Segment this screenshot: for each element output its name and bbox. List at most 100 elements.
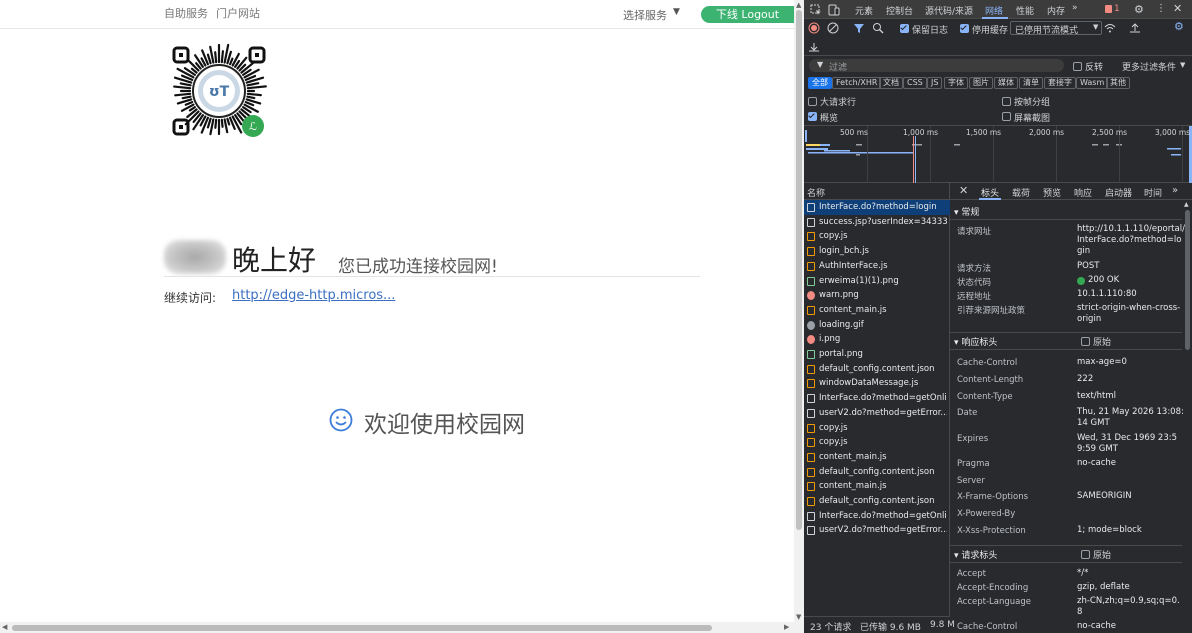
type-filter-2[interactable]: 文档 bbox=[879, 77, 903, 89]
group-by-frame-checkbox[interactable] bbox=[1002, 97, 1011, 106]
request-row[interactable]: InterFace.do?method=getOnli... bbox=[804, 391, 950, 406]
request-row[interactable]: content_main.js bbox=[804, 479, 950, 494]
request-row[interactable]: copy.js bbox=[804, 421, 950, 436]
preserve-log-checkbox[interactable] bbox=[900, 23, 909, 33]
inspect-icon[interactable] bbox=[810, 4, 822, 16]
request-row[interactable]: login_bch.js bbox=[804, 244, 950, 259]
type-filter-11[interactable]: 其他 bbox=[1106, 77, 1130, 89]
nav-self-service[interactable]: 自助服务 bbox=[164, 5, 208, 21]
disable-cache-checkbox[interactable] bbox=[960, 23, 969, 33]
import-har-icon[interactable] bbox=[1129, 22, 1141, 34]
select-service[interactable]: 选择服务 bbox=[623, 7, 667, 23]
big-rows-checkbox[interactable] bbox=[808, 97, 817, 106]
device-toggle-icon[interactable] bbox=[828, 4, 840, 16]
scroll-left-icon[interactable]: ◀ bbox=[2, 623, 7, 631]
throttle-select[interactable]: 已停用节流模式 ▼ bbox=[1010, 21, 1102, 36]
clear-icon[interactable] bbox=[827, 22, 839, 34]
raw-request-checkbox[interactable] bbox=[1081, 550, 1090, 559]
chevron-down-icon[interactable]: ▼ bbox=[673, 7, 680, 17]
type-filter-6[interactable]: 图片 bbox=[969, 77, 993, 89]
vertical-scrollbar[interactable]: ▲ ▼ bbox=[794, 0, 804, 633]
gear-icon[interactable]: ⚙ bbox=[1134, 3, 1144, 16]
screenshots-checkbox[interactable] bbox=[1002, 112, 1011, 121]
tab-performance[interactable]: 性能 bbox=[1016, 4, 1034, 17]
scroll-up-icon[interactable]: ▲ bbox=[1184, 201, 1189, 208]
request-row[interactable]: content_main.js bbox=[804, 450, 950, 465]
more-filters-dropdown[interactable]: 更多过滤条件 bbox=[1122, 60, 1176, 73]
scroll-thumb[interactable] bbox=[12, 625, 712, 631]
issues-count[interactable]: 1 bbox=[1114, 4, 1120, 14]
request-list-header[interactable]: 名称 bbox=[804, 183, 950, 200]
request-row[interactable]: default_config.content.json bbox=[804, 362, 950, 377]
scroll-down-icon[interactable]: ▼ bbox=[796, 613, 801, 621]
more-tabs-icon[interactable]: » bbox=[1172, 185, 1178, 196]
record-icon[interactable] bbox=[808, 22, 820, 34]
detail-tab-5[interactable]: 时间 bbox=[1144, 186, 1162, 199]
type-filter-8[interactable]: 清单 bbox=[1019, 77, 1043, 89]
request-row[interactable]: loading.gif bbox=[804, 318, 950, 333]
invert-checkbox[interactable] bbox=[1073, 62, 1082, 71]
filter-input[interactable]: ▼ 过滤 bbox=[809, 59, 1064, 73]
continue-link[interactable]: http://edge-http.micros... bbox=[232, 288, 395, 303]
request-row[interactable]: warn.png bbox=[804, 288, 950, 303]
type-filter-10[interactable]: Wasm bbox=[1076, 77, 1109, 89]
response-headers-section[interactable]: ▾ 响应标头 bbox=[954, 335, 997, 348]
type-filter-4[interactable]: JS bbox=[927, 77, 943, 89]
request-row[interactable]: AuthInterFace.js bbox=[804, 259, 950, 274]
export-har-icon[interactable] bbox=[808, 41, 820, 53]
detail-tab-4[interactable]: 启动器 bbox=[1105, 186, 1132, 199]
detail-tab-1[interactable]: 载荷 bbox=[1012, 186, 1030, 199]
scroll-right-icon[interactable]: ▶ bbox=[784, 623, 789, 631]
type-filter-0[interactable]: 全部 bbox=[808, 77, 832, 89]
close-icon[interactable]: ✕ bbox=[959, 184, 968, 197]
logout-button[interactable]: 下线 Logout bbox=[701, 6, 794, 23]
horizontal-scrollbar[interactable]: ◀ ▶ bbox=[0, 622, 794, 633]
scroll-up-icon[interactable]: ▲ bbox=[796, 1, 801, 9]
detail-tab-0[interactable]: 标头 bbox=[981, 186, 999, 199]
filter-icon[interactable] bbox=[853, 22, 865, 34]
request-row[interactable]: userV2.do?method=getError... bbox=[804, 406, 950, 421]
request-row[interactable]: content_main.js bbox=[804, 303, 950, 318]
scroll-thumb[interactable] bbox=[796, 10, 802, 530]
search-icon[interactable] bbox=[872, 22, 884, 34]
request-row[interactable]: windowDataMessage.js bbox=[804, 376, 950, 391]
request-row[interactable]: default_config.content.json bbox=[804, 494, 950, 509]
tab-elements[interactable]: 元素 bbox=[855, 4, 873, 17]
type-filter-5[interactable]: 字体 bbox=[944, 77, 968, 89]
network-settings-icon[interactable]: ⚙ bbox=[1174, 20, 1184, 33]
request-row[interactable]: copy.js bbox=[804, 229, 950, 244]
more-options-icon[interactable]: ⋮ bbox=[1156, 3, 1166, 14]
type-filter-7[interactable]: 媒体 bbox=[994, 77, 1018, 89]
tab-network[interactable]: 网络 bbox=[985, 4, 1003, 17]
request-row[interactable]: userV2.do?method=getError... bbox=[804, 523, 950, 538]
type-filter-1[interactable]: Fetch/XHR bbox=[832, 77, 882, 89]
nav-portal[interactable]: 门户网站 bbox=[216, 5, 260, 21]
tab-memory[interactable]: 内存 bbox=[1047, 4, 1065, 17]
close-icon[interactable]: ✕ bbox=[1173, 2, 1182, 15]
general-section-header[interactable]: ▾ 常规 bbox=[954, 205, 979, 218]
detail-scrollbar[interactable]: ▲ bbox=[1182, 200, 1192, 633]
request-row[interactable]: InterFace.do?method=login bbox=[804, 200, 950, 215]
chevron-down-icon[interactable]: ▼ bbox=[1180, 61, 1185, 69]
type-filter-3[interactable]: CSS bbox=[903, 77, 927, 89]
request-headers-section[interactable]: ▾ 请求标头 bbox=[954, 548, 997, 561]
request-row[interactable]: i.png bbox=[804, 332, 950, 347]
overview-checkbox[interactable] bbox=[808, 111, 817, 121]
request-row[interactable]: portal.png bbox=[804, 347, 950, 362]
detail-tab-2[interactable]: 预览 bbox=[1043, 186, 1061, 199]
welcome-text: 欢迎使用校园网 bbox=[364, 412, 525, 438]
raw-response-checkbox[interactable] bbox=[1081, 337, 1090, 346]
issues-icon[interactable] bbox=[1105, 5, 1112, 13]
type-filter-9[interactable]: 套接字 bbox=[1044, 77, 1076, 89]
more-tabs-icon[interactable]: » bbox=[1072, 3, 1078, 13]
request-row[interactable]: InterFace.do?method=getOnli... bbox=[804, 509, 950, 524]
request-row[interactable]: copy.js bbox=[804, 435, 950, 450]
scroll-thumb[interactable] bbox=[1185, 210, 1190, 350]
request-row[interactable]: default_config.content.json bbox=[804, 465, 950, 480]
request-row[interactable]: erweima(1)(1).png bbox=[804, 274, 950, 289]
detail-tab-3[interactable]: 响应 bbox=[1074, 186, 1092, 199]
request-row[interactable]: success.jsp?userIndex=34333... bbox=[804, 215, 950, 230]
wifi-settings-icon[interactable] bbox=[1104, 22, 1116, 34]
tab-sources[interactable]: 源代码/来源 bbox=[925, 4, 973, 17]
tab-console[interactable]: 控制台 bbox=[886, 4, 913, 17]
